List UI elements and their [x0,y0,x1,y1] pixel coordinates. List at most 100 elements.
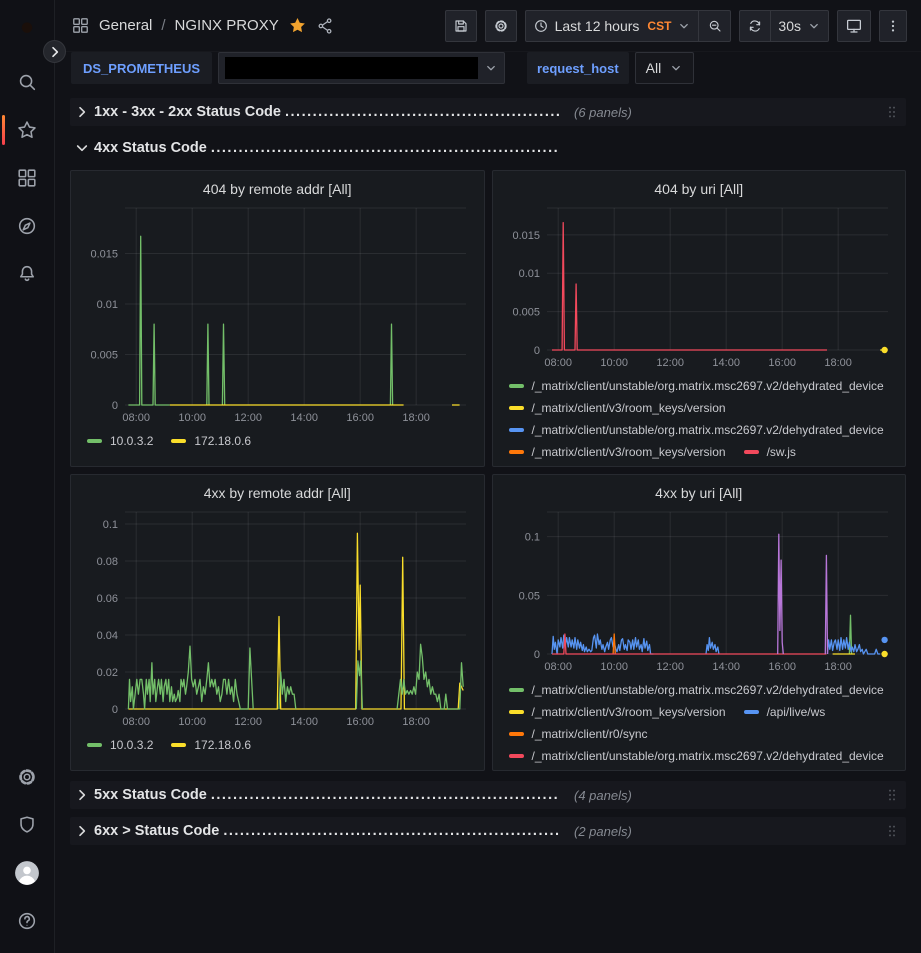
row-header-1xx-3xx-2xx[interactable]: 1xx - 3xx - 2xx Status Code ............… [70,98,906,126]
refresh-interval-label: 30s [778,18,801,34]
time-series-chart[interactable]: 00.020.040.060.080.108:0010:0012:0014:00… [81,506,477,731]
legend-item[interactable]: /sw.js [744,441,796,460]
time-range-picker[interactable]: Last 12 hours CST [525,10,700,42]
tv-mode-button[interactable] [837,10,871,42]
sidebar-item-alerting[interactable] [0,250,55,298]
svg-text:18:00: 18:00 [824,357,852,369]
legend-item[interactable]: /_matrix/client/unstable/org.matrix.msc2… [509,419,884,441]
sidebar-item-search[interactable] [0,58,55,106]
panel-404-by-uri: 404 by uri [All] 00.0050.010.01508:0010:… [492,170,907,467]
breadcrumb-dashboard-title[interactable]: NGINX PROXY [175,17,279,34]
svg-text:0.005: 0.005 [90,349,118,361]
row-panel-count: (4 panels) [574,788,632,803]
save-icon [453,18,469,34]
datasource-variable-select[interactable] [218,52,505,84]
dashboards-grid-icon [16,167,38,189]
angle-down-icon [74,140,90,156]
legend-item[interactable]: /_matrix/client/r0/sync [509,723,648,745]
row-panel-count: (2 panels) [574,824,632,839]
refresh-group: 30s [739,10,829,42]
svg-text:10:00: 10:00 [178,412,206,424]
svg-text:12:00: 12:00 [234,716,262,728]
row-title-dots: ........................................… [285,104,560,120]
panel-legend: /_matrix/client/unstable/org.matrix.msc2… [503,372,896,460]
legend-item[interactable]: 10.0.3.2 [87,430,153,452]
svg-text:16:00: 16:00 [346,716,374,728]
row-drag-handle-icon[interactable] [884,822,900,840]
legend-swatch-icon [744,710,759,714]
dashboard-settings-button[interactable] [485,10,517,42]
legend-item[interactable]: /_matrix/client/unstable/org.matrix.msc2… [509,745,884,764]
svg-text:14:00: 14:00 [712,661,740,673]
breadcrumb-section[interactable]: General [99,17,152,34]
request-host-variable-label[interactable]: request_host [527,52,629,84]
panel-title[interactable]: 404 by remote addr [All] [81,176,474,202]
svg-text:10:00: 10:00 [600,661,628,673]
svg-text:0.01: 0.01 [97,299,118,311]
svg-text:16:00: 16:00 [768,357,796,369]
legend-item[interactable]: 10.0.3.2 [87,734,153,756]
sidebar-item-configuration[interactable] [0,753,55,801]
panel-title[interactable]: 4xx by uri [All] [503,480,896,506]
zoom-out-time-button[interactable] [699,10,731,42]
row-header-6xx[interactable]: 6xx > Status Code ......................… [70,817,906,845]
row-drag-handle-icon[interactable] [884,786,900,804]
favorite-star-icon[interactable] [288,16,307,35]
request-host-variable-select[interactable]: All [635,52,695,84]
svg-text:08:00: 08:00 [544,357,572,369]
sidebar-item-dashboards[interactable] [0,154,55,202]
svg-text:0: 0 [533,649,539,661]
sidebar-item-starred[interactable] [0,106,55,154]
legend-item[interactable]: /_matrix/client/unstable/org.matrix.msc2… [509,679,884,701]
refresh-interval-picker[interactable]: 30s [771,10,829,42]
chevron-down-icon [677,19,691,33]
sidebar-item-server-admin[interactable] [0,801,55,849]
save-dashboard-button[interactable] [445,10,477,42]
legend-label: /_matrix/client/r0/sync [532,727,648,741]
row-drag-handle-icon[interactable] [884,103,900,121]
legend-item[interactable]: 172.18.0.6 [171,734,251,756]
datasource-variable-label[interactable]: DS_PROMETHEUS [71,52,212,84]
star-icon [16,119,38,141]
row-title-dots: ........................................… [211,787,560,803]
legend-item[interactable]: /_matrix/client/v3/room_keys/version [509,701,726,723]
sidebar-item-explore[interactable] [0,202,55,250]
row-title-group: 1xx - 3xx - 2xx Status Code ............… [74,104,560,120]
time-series-chart[interactable]: 00.0050.010.01508:0010:0012:0014:0016:00… [81,202,477,427]
grafana-logo[interactable] [12,10,42,44]
grafana-app: General / NGINX PROXY Last 12 hours CST [0,0,921,953]
panel-legend: 10.0.3.2 172.18.0.6 [81,731,474,764]
sidebar-item-help[interactable] [0,897,55,945]
row-header-5xx[interactable]: 5xx Status Code ........................… [70,781,906,809]
svg-text:08:00: 08:00 [544,661,572,673]
sidebar-expand-button[interactable] [43,40,66,63]
time-series-chart[interactable]: 00.0050.010.01508:0010:0012:0014:0016:00… [503,202,899,372]
row-header-4xx[interactable]: 4xx Status Code ........................… [70,134,906,162]
chevron-down-icon [484,61,498,75]
legend-item[interactable]: /api/live/ws [744,701,826,723]
legend-item[interactable]: /_matrix/client/unstable/org.matrix.msc2… [509,375,884,397]
svg-text:0.05: 0.05 [518,590,539,602]
legend-item[interactable]: 172.18.0.6 [171,430,251,452]
svg-text:0.005: 0.005 [512,307,540,319]
svg-text:14:00: 14:00 [290,412,318,424]
user-avatar [14,860,40,886]
panel-title[interactable]: 404 by uri [All] [503,176,896,202]
sidebar-item-profile[interactable] [0,849,55,897]
time-series-chart[interactable]: 00.050.108:0010:0012:0014:0016:0018:00 [503,506,899,676]
angle-right-icon [47,44,63,60]
legend-label: /api/live/ws [767,705,826,719]
svg-text:0.08: 0.08 [97,556,118,568]
svg-text:18:00: 18:00 [402,412,430,424]
row-title: 1xx - 3xx - 2xx Status Code [94,104,281,120]
legend-label: /_matrix/client/v3/room_keys/version [532,445,726,459]
legend-item[interactable]: /_matrix/client/v3/room_keys/version [509,441,726,460]
panel-title[interactable]: 4xx by remote addr [All] [81,480,474,506]
share-icon[interactable] [316,17,334,35]
svg-text:0.1: 0.1 [524,532,539,544]
refresh-button[interactable] [739,10,771,42]
legend-item[interactable]: /_matrix/client/v3/room_keys/version [509,397,726,419]
explore-compass-icon [16,215,38,237]
panel-404-by-remote-addr: 404 by remote addr [All] 00.0050.010.015… [70,170,485,467]
more-options-button[interactable] [879,10,907,42]
